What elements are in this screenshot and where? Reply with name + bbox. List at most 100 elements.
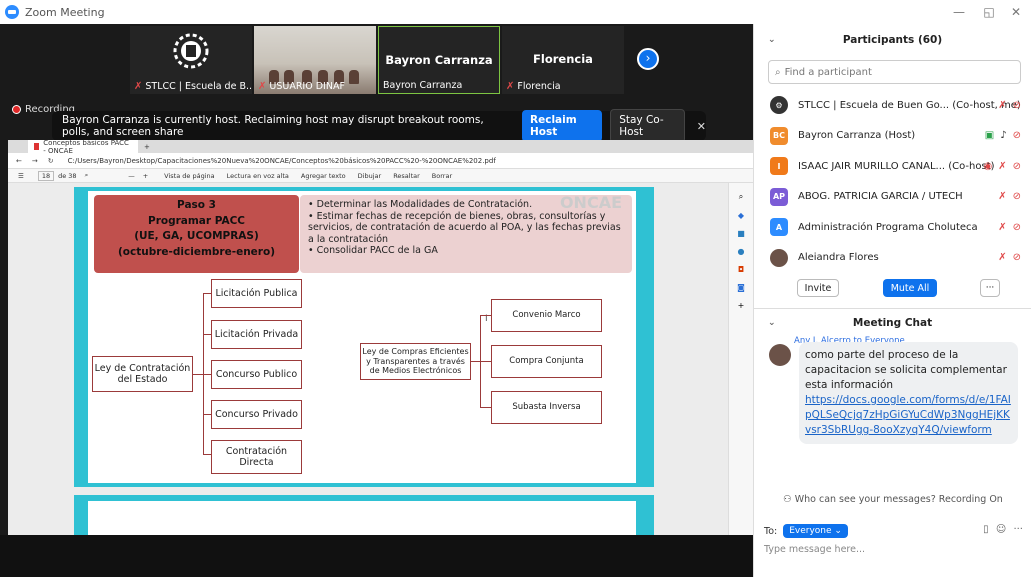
- close-window-button[interactable]: ✕: [1001, 0, 1031, 24]
- tool-erase[interactable]: Borrar: [432, 172, 452, 180]
- mode-box: Concurso Publico: [211, 360, 302, 389]
- briefcase-icon[interactable]: ■: [729, 229, 753, 238]
- muted-mic-icon: ✗: [998, 160, 1007, 172]
- tile-big-name: Florencia: [533, 52, 593, 66]
- muted-mic-icon: ✗: [998, 99, 1007, 111]
- participant-row[interactable]: I ISAAC JAIR MURILLO CANAL... (Co-host) …: [754, 151, 1031, 182]
- paso-box: Paso 3 Programar PACC (UE, GA, UCOMPRAS)…: [94, 195, 299, 273]
- more-icon[interactable]: ···: [1013, 524, 1023, 535]
- people-icon: ⚇: [783, 494, 795, 505]
- record-icon: [12, 105, 21, 114]
- recipient-select[interactable]: Everyone ⌄: [783, 524, 848, 538]
- browser-tabbar: Conceptos básicos PACC - ONCAE +: [8, 140, 753, 155]
- back-icon[interactable]: ←: [16, 157, 22, 165]
- browser-tab[interactable]: Conceptos básicos PACC - ONCAE: [28, 140, 138, 155]
- avatar: BC: [770, 126, 788, 145]
- participant-row[interactable]: BC Bayron Carranza (Host) ▣ ♪ ⊘: [754, 121, 1031, 152]
- video-off-icon: ⊘: [1012, 99, 1021, 111]
- video-tile[interactable]: Bayron Carranza Bayron Carranza: [378, 26, 500, 94]
- video-tile[interactable]: ✗ STLCC | Escuela de B...: [130, 26, 252, 94]
- host-message: Bayron Carranza is currently host. Recla…: [62, 114, 484, 138]
- paso-description: ONCAE • Determinar las Modalidades de Co…: [300, 195, 632, 273]
- shared-screen: Conceptos básicos PACC - ONCAE + ← → ↻ C…: [8, 140, 753, 535]
- restore-button[interactable]: ◱: [974, 0, 1004, 24]
- next-page-icon[interactable]: ›: [637, 48, 659, 70]
- pdf-icon: [34, 143, 40, 150]
- participant-row[interactable]: A Administración Programa Choluteca ✗ ⊘: [754, 212, 1031, 243]
- forward-icon[interactable]: →: [32, 157, 38, 165]
- tool-highlight[interactable]: Resaltar: [393, 172, 420, 180]
- video-tile[interactable]: Florencia ✗ Florencia: [502, 26, 624, 94]
- tool-draw[interactable]: Dibujar: [358, 172, 382, 180]
- chat-link[interactable]: https://docs.google.com/forms/d/e/1FAIpQ…: [805, 394, 1011, 436]
- avatar: ⚙: [770, 96, 788, 115]
- stay-cohost-button[interactable]: Stay Co-Host: [610, 109, 685, 143]
- tool-page-view[interactable]: Vista de página: [164, 172, 214, 180]
- participant-row[interactable]: ⚙ STLCC | Escuela de Buen Go... (Co-host…: [754, 90, 1031, 121]
- video-off-icon: ⊘: [1012, 191, 1021, 203]
- zoom-in-icon[interactable]: +: [143, 172, 148, 180]
- tile-name: STLCC | Escuela de B...: [145, 81, 252, 92]
- host-banner: Bayron Carranza is currently host. Recla…: [52, 109, 706, 143]
- people-icon[interactable]: ●: [729, 247, 753, 256]
- muted-mic-icon: ✗: [998, 191, 1007, 203]
- tool-add-text[interactable]: Agregar texto: [301, 172, 346, 180]
- mode-box: Concurso Privado: [211, 400, 302, 429]
- address-bar: ← → ↻ C:/Users/Bayron/Desktop/Capacitaci…: [8, 153, 753, 169]
- video-tile[interactable]: ✗ USUARIO DINAF: [254, 26, 376, 94]
- outlook-icon[interactable]: ◙: [729, 283, 753, 292]
- participant-row[interactable]: AP ABOG. PATRICIA GARCIA / UTECH ✗ ⊘: [754, 182, 1031, 213]
- tile-big-name: Bayron Carranza: [385, 53, 493, 67]
- mode-box: Licitación Publica: [211, 279, 302, 308]
- contents-icon[interactable]: ☰: [18, 172, 24, 180]
- minimize-button[interactable]: —: [944, 0, 974, 24]
- meeting-area: ✗ STLCC | Escuela de B... ✗ USUARIO DINAF …: [0, 24, 753, 577]
- new-tab-icon[interactable]: +: [144, 143, 150, 151]
- tile-name: Bayron Carranza: [383, 80, 463, 91]
- office-icon[interactable]: ◘: [729, 265, 753, 274]
- tile-name: Florencia: [517, 81, 561, 92]
- avatar: [769, 344, 791, 366]
- page-number[interactable]: 18: [37, 170, 55, 181]
- file-icon[interactable]: ▯: [983, 524, 989, 535]
- reclaim-host-button[interactable]: Reclaim Host: [522, 110, 603, 142]
- mode-box: Licitación Privada: [211, 320, 302, 349]
- chevron-down-icon[interactable]: ⌄: [768, 318, 776, 328]
- ley-compras-box: Ley de Compras Eficientes y Transparente…: [360, 343, 471, 380]
- participant-list: ⚙ STLCC | Escuela de Buen Go... (Co-host…: [754, 90, 1031, 273]
- gear-logo-icon: [173, 33, 209, 69]
- mode-box: Contratación Directa: [211, 440, 302, 474]
- zoom-out-icon[interactable]: —: [128, 172, 135, 180]
- tag-icon[interactable]: ◆: [729, 211, 753, 220]
- muted-mic-icon: ✗: [134, 81, 143, 92]
- video-off-icon: ⊘: [1012, 130, 1021, 142]
- side-panel: ⌄ Participants (60) ⌕ Find a participant…: [753, 24, 1031, 577]
- tool-read-aloud[interactable]: Lectura en voz alta: [227, 172, 289, 180]
- ley-contratacion-box: Ley de Contratación del Estado: [92, 356, 193, 392]
- url-text[interactable]: C:/Users/Bayron/Desktop/Capacitaciones%2…: [68, 157, 496, 165]
- reload-icon[interactable]: ↻: [48, 157, 54, 165]
- chat-header: ⌄ Meeting Chat: [768, 317, 933, 329]
- search-icon[interactable]: ⌕: [729, 192, 753, 202]
- avatar: [770, 248, 788, 267]
- chat-privacy-note[interactable]: ⚇ Who can see your messages? Recording O…: [754, 494, 1031, 505]
- mute-all-button[interactable]: Mute All: [883, 279, 937, 297]
- add-icon[interactable]: +: [729, 301, 753, 310]
- emoji-icon[interactable]: ☺: [996, 524, 1006, 535]
- oncae-watermark: ONCAE: [559, 193, 622, 212]
- pdf-viewer: Paso 3 Programar PACC (UE, GA, UCOMPRAS)…: [8, 183, 728, 535]
- search-icon[interactable]: ⌕: [85, 171, 89, 180]
- more-options-button[interactable]: ···: [980, 279, 1000, 297]
- chevron-down-icon[interactable]: ⌄: [768, 35, 776, 45]
- chat-input[interactable]: Type message here...: [764, 544, 865, 555]
- close-banner-icon[interactable]: ✕: [697, 120, 706, 133]
- video-off-icon: ⊘: [1012, 221, 1021, 233]
- tile-name: USUARIO DINAF: [269, 81, 345, 92]
- participant-search-input[interactable]: ⌕ Find a participant: [768, 60, 1021, 84]
- video-off-icon: ⊘: [1012, 160, 1021, 172]
- pdf-toolbar: ☰ 18 de 38 ⌕ — + Vista de página Lectura…: [8, 169, 753, 183]
- browser-sidebar: ⌕ ◆ ■ ● ◘ ◙ +: [728, 183, 753, 535]
- invite-button[interactable]: Invite: [797, 279, 839, 297]
- participant-row[interactable]: Aleiandra Flores ✗ ⊘: [754, 243, 1031, 274]
- video-strip: ✗ STLCC | Escuela de B... ✗ USUARIO DINAF …: [130, 26, 624, 94]
